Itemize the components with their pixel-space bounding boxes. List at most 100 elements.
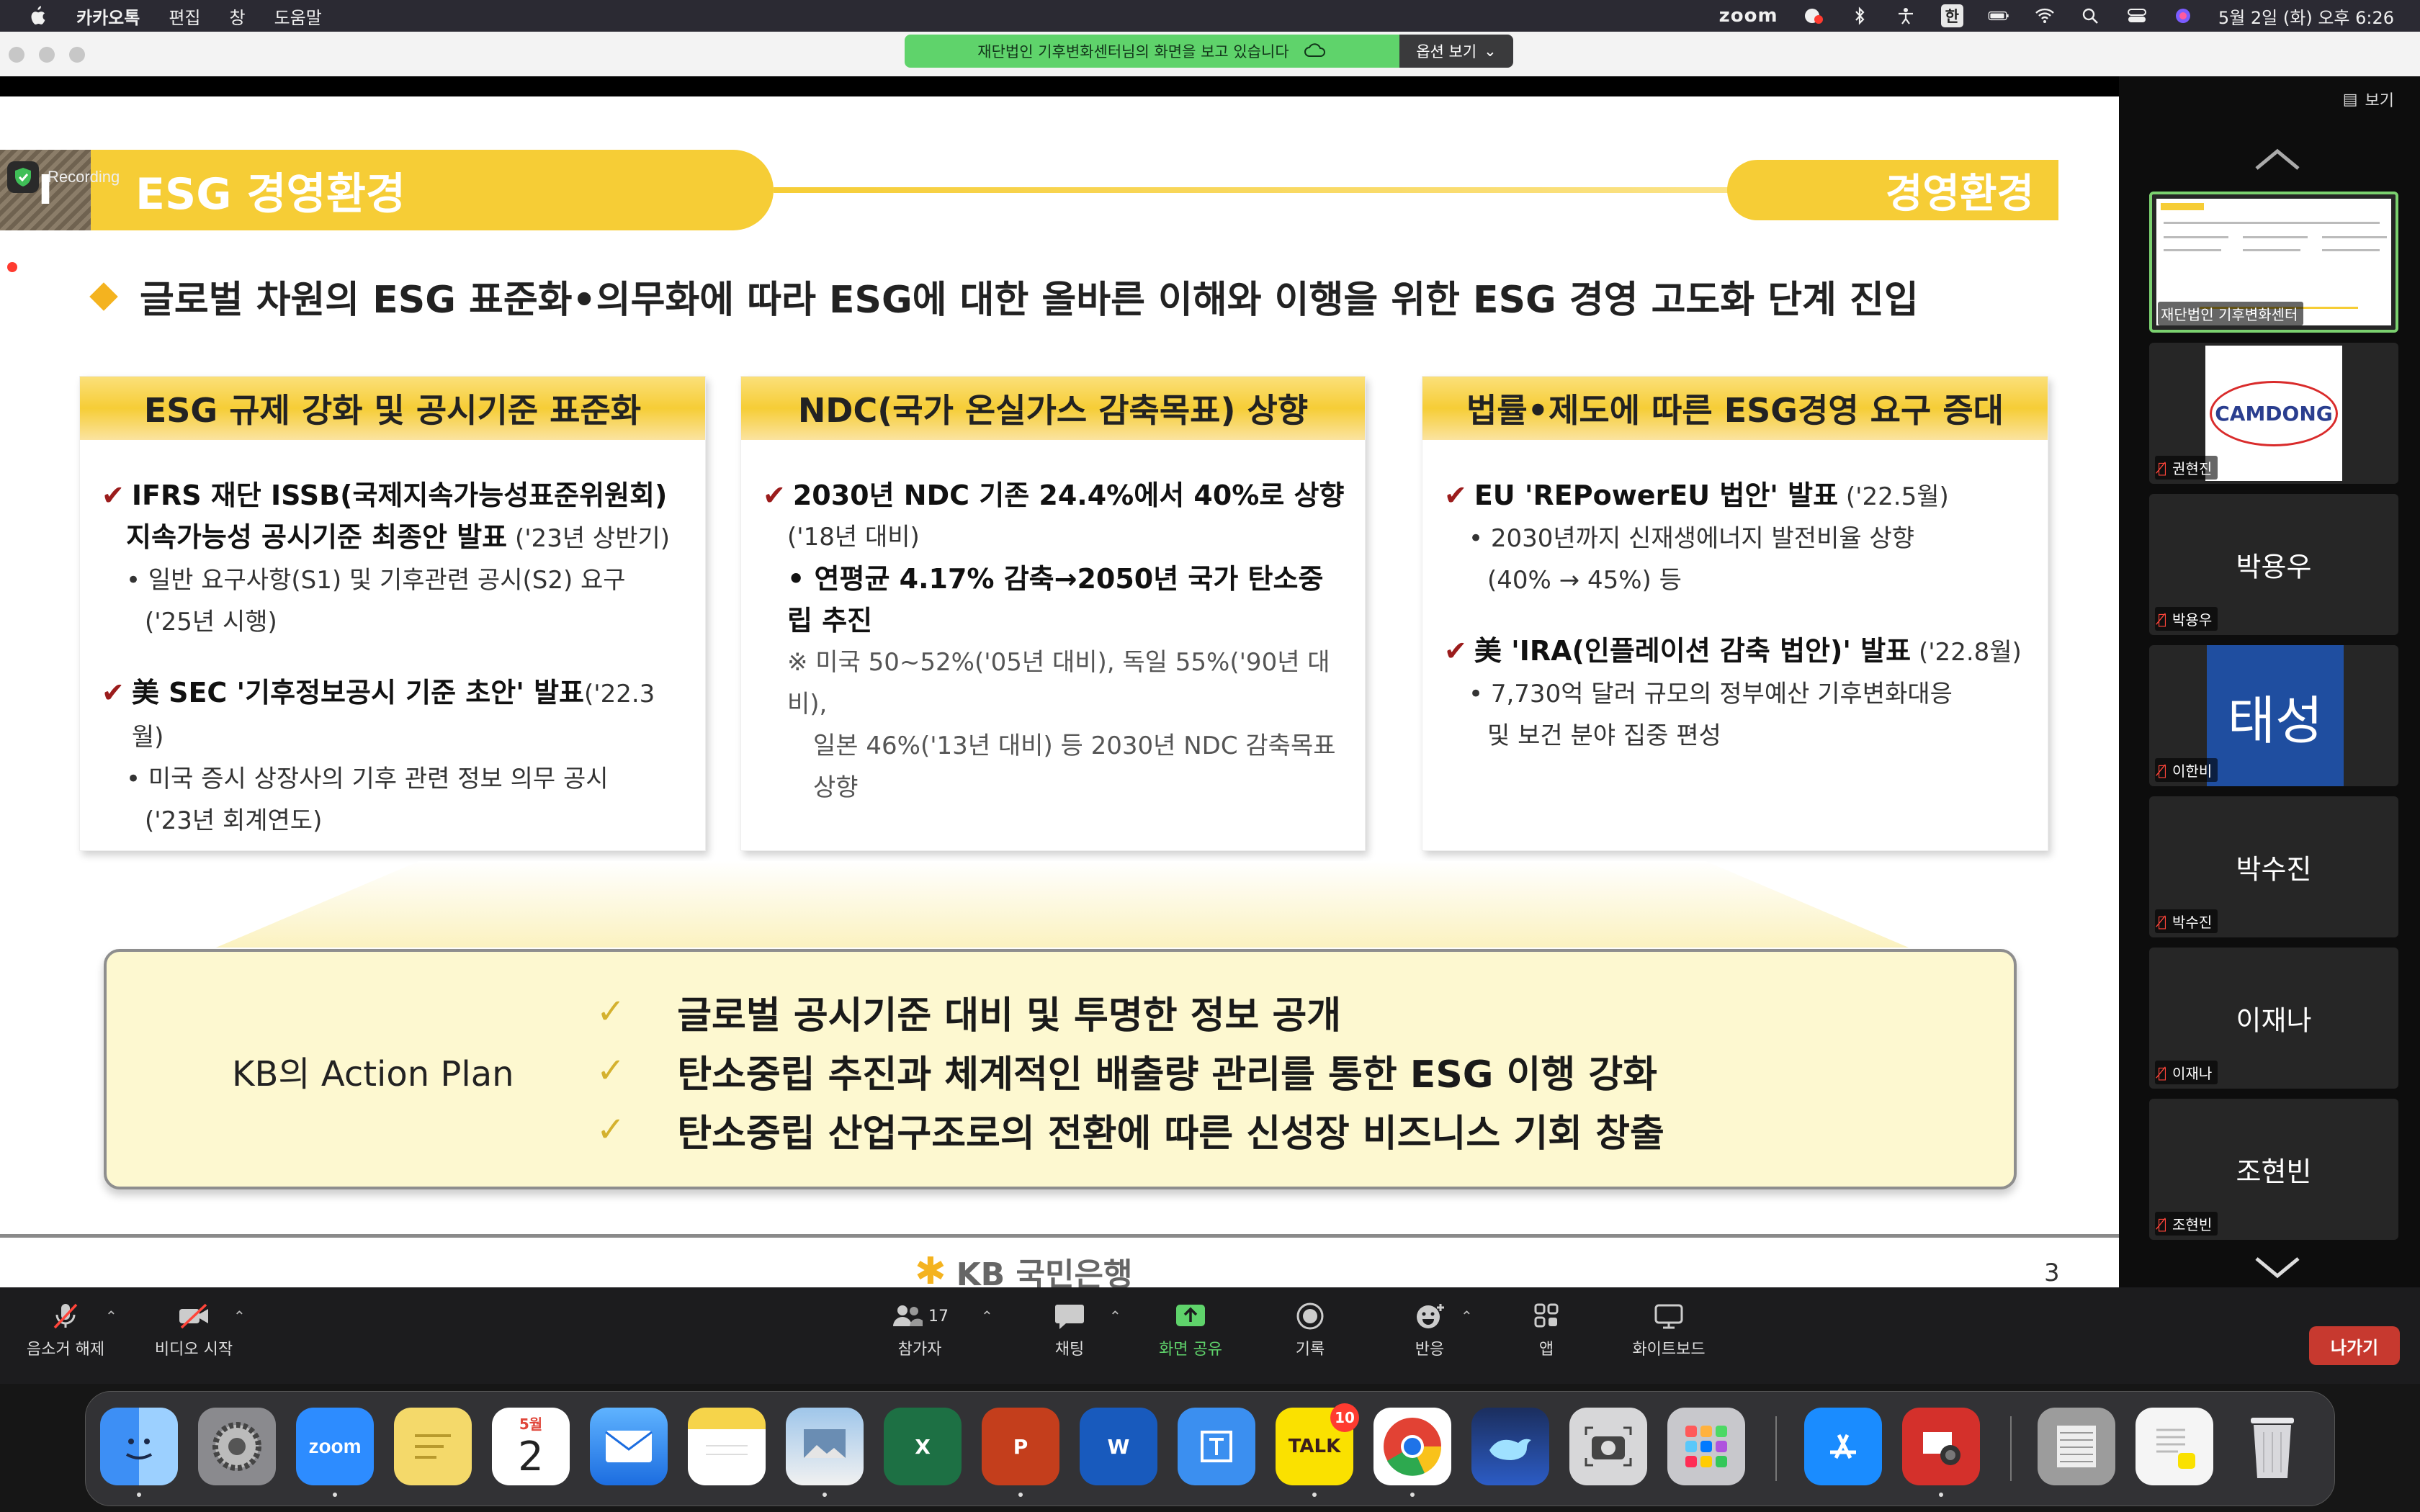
wifi-icon[interactable] xyxy=(2034,6,2056,25)
record-button[interactable]: 기록 xyxy=(1249,1302,1371,1359)
trash-icon[interactable] xyxy=(2233,1408,2311,1485)
active-app-name[interactable]: 카카오톡 xyxy=(76,4,140,29)
menu-window[interactable]: 창 xyxy=(230,4,246,29)
recording-label: Recording xyxy=(48,168,120,186)
participant-tile[interactable]: 박수진 🎙̸ 박수진 xyxy=(2149,796,2398,937)
mail-icon[interactable] xyxy=(590,1408,668,1485)
list-item: ✔ EU 'REPowerEU 법안' 발표 ('22.5월) xyxy=(1444,474,2027,518)
screenshot-icon[interactable] xyxy=(1569,1408,1647,1485)
leave-button[interactable]: 나가기 xyxy=(2309,1326,2400,1365)
word-icon[interactable]: W xyxy=(1080,1408,1157,1485)
window-minimize-button[interactable] xyxy=(39,47,55,63)
mic-off-icon xyxy=(53,1303,78,1329)
spotlight-decoration xyxy=(216,861,1909,948)
apps-button[interactable]: 앱 xyxy=(1485,1302,1608,1359)
start-video-label: 비디오 시작 xyxy=(154,1341,233,1359)
kakaotalk-label: TALK xyxy=(1288,1436,1341,1457)
participants-label: 참가자 xyxy=(897,1341,942,1359)
finder-icon[interactable] xyxy=(100,1408,178,1485)
participant-name: 권현진 xyxy=(2172,460,2213,477)
control-center-icon[interactable] xyxy=(2126,6,2148,25)
menu-edit[interactable]: 편집 xyxy=(169,4,200,29)
whiteboard-icon xyxy=(1654,1304,1683,1329)
app-store-icon[interactable] xyxy=(1804,1408,1882,1485)
participant-tile[interactable]: 조현빈 🎙̸ 조현빈 xyxy=(2149,1099,2398,1240)
excel-icon[interactable]: X xyxy=(884,1408,962,1485)
apple-logo-icon[interactable] xyxy=(26,5,48,27)
item-bold: IFRS 재단 ISSB(국제지속가능성표준위원회) xyxy=(131,480,668,511)
zoom-app-icon[interactable]: zoom xyxy=(296,1408,374,1485)
participant-tile[interactable]: 이재나 🎙̸ 이재나 xyxy=(2149,948,2398,1089)
note: 일본 46%('13년 대비) 등 2030년 NDC 감축목표 상향 xyxy=(813,732,1336,802)
hancom-icon[interactable] xyxy=(1178,1408,1255,1485)
headline-text: 글로벌 차원의 ESG 표준화•의무화에 따라 ESG에 대한 올바른 이해와 … xyxy=(140,279,1919,322)
participant-tile[interactable]: CAMDONG 🎙̸ 권현진 xyxy=(2149,343,2398,484)
action-plan-item: ✓ 글로벌 공시기준 대비 및 투명한 정보 공개 xyxy=(596,982,1664,1041)
view-options-button[interactable]: 옵션 보기 ⌄ xyxy=(1399,35,1513,68)
caret-up-icon[interactable]: ⌃ xyxy=(1109,1308,1121,1325)
apps-icon xyxy=(1534,1303,1559,1328)
share-notice-text: 재단법인 기후변화센터님의 화면을 보고 있습니다 xyxy=(977,43,1289,60)
screen-share-bar: 재단법인 기후변화센터님의 화면을 보고 있습니다 옵션 보기 ⌄ xyxy=(905,35,1513,68)
kakaotalk-icon[interactable]: TALK 10 xyxy=(1276,1403,1359,1485)
caret-up-icon[interactable]: ⌃ xyxy=(1461,1308,1473,1325)
chevron-up-icon[interactable] xyxy=(2252,145,2303,174)
action-plan-text: 탄소중립 추진과 체계적인 배출량 관리를 통한 ESG 이행 강화 xyxy=(677,1053,1658,1097)
caret-up-icon[interactable]: ⌃ xyxy=(233,1308,246,1325)
downloads-stack-icon[interactable] xyxy=(2038,1408,2115,1485)
preview-icon[interactable] xyxy=(786,1408,864,1485)
search-icon[interactable] xyxy=(2080,6,2102,25)
whale-browser-icon[interactable] xyxy=(1471,1408,1549,1485)
shield-check-icon[interactable] xyxy=(7,161,39,193)
caret-up-icon[interactable]: ⌃ xyxy=(981,1308,993,1325)
checkmark-icon: ✔ xyxy=(1444,480,1467,511)
window-close-button[interactable] xyxy=(9,47,24,63)
participant-display-name: 이재나 xyxy=(2236,1004,2312,1037)
mic-muted-icon: 🎙̸ xyxy=(2158,459,2167,477)
participant-name: 박수진 xyxy=(2172,914,2213,931)
mic-muted-icon: 🎙̸ xyxy=(2158,1215,2167,1233)
sub-item: ('23년 회계연도) xyxy=(145,806,323,835)
launchpad-icon[interactable] xyxy=(1667,1408,1745,1485)
battery-icon[interactable] xyxy=(1988,6,2009,25)
action-plan-box: KB의 Action Plan ✓ 글로벌 공시기준 대비 및 투명한 정보 공개… xyxy=(104,949,2017,1189)
sub-item: 및 보건 분야 집중 편성 xyxy=(1487,721,1721,750)
checkmark-icon: ✔ xyxy=(102,480,125,511)
participant-tile[interactable]: 재단법인 기후변화센터 xyxy=(2149,192,2398,333)
share-screen-button[interactable]: 화면 공유 xyxy=(1129,1302,1252,1359)
whiteboard-button[interactable]: 화이트보드 xyxy=(1608,1302,1730,1359)
window-zoom-button[interactable] xyxy=(69,47,85,63)
calendar-icon[interactable]: 5월 2 xyxy=(492,1408,570,1485)
list-item: ✔ IFRS 재단 ISSB(국제지속가능성표준위원회) xyxy=(102,474,685,516)
zoom-menu-label[interactable]: zoom xyxy=(1719,5,1778,27)
system-settings-icon[interactable] xyxy=(198,1408,276,1485)
notes-icon[interactable] xyxy=(688,1408,766,1485)
recent-documents-icon[interactable] xyxy=(2136,1408,2213,1485)
chat-icon xyxy=(1055,1305,1084,1329)
photo-booth-icon[interactable] xyxy=(1902,1408,1980,1485)
box-body: ✔ 2030년 NDC 기존 24.4%에서 40%로 상향 ('18년 대비)… xyxy=(741,440,1365,809)
input-method-indicator[interactable]: 한 xyxy=(1940,4,1963,27)
chrome-icon[interactable] xyxy=(1373,1408,1451,1485)
view-button[interactable]: ▤ 보기 xyxy=(2343,88,2394,111)
reaction-smiley-icon xyxy=(1417,1304,1444,1328)
zoom-status-icon[interactable] xyxy=(1803,6,1824,25)
header-divider xyxy=(774,187,1739,193)
powerpoint-icon[interactable]: P xyxy=(982,1408,1059,1485)
participants-icon xyxy=(893,1305,923,1326)
participant-name: 이재나 xyxy=(2172,1065,2213,1082)
datetime[interactable]: 5월 2일 (화) 오후 6:26 xyxy=(2218,4,2394,29)
participant-tile[interactable]: 박용우 🎙̸ 박용우 xyxy=(2149,494,2398,635)
caret-up-icon[interactable]: ⌃ xyxy=(105,1308,117,1325)
chevron-down-icon[interactable] xyxy=(2252,1253,2303,1282)
accessibility-icon[interactable] xyxy=(1895,6,1917,25)
siri-icon[interactable] xyxy=(2172,6,2194,25)
stickies-icon[interactable] xyxy=(394,1408,472,1485)
bluetooth-icon[interactable] xyxy=(1849,6,1870,25)
menu-help[interactable]: 도움말 xyxy=(274,4,322,29)
check-icon: ✓ xyxy=(596,991,626,1032)
participant-name: 박용우 xyxy=(2172,611,2213,629)
participants-button[interactable]: 17 참가자 xyxy=(859,1302,981,1359)
participant-tile[interactable]: 태성 🎙̸ 이한비 xyxy=(2149,645,2398,786)
check-icon: ✓ xyxy=(596,1110,626,1150)
